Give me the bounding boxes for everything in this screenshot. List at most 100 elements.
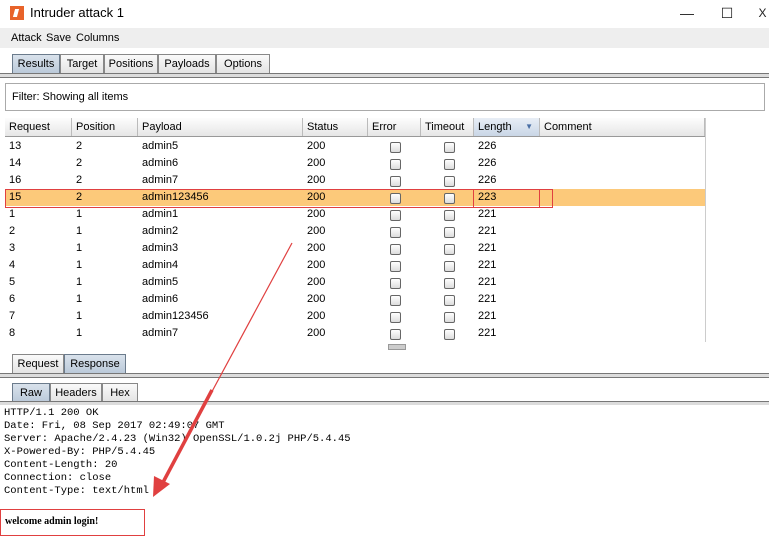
cell-payload: admin4 [142,259,179,271]
detail-tab-divider [0,373,769,378]
cell-status: 200 [307,293,326,305]
menu-save[interactable]: Save [46,32,71,44]
sort-descending-icon: ▼ [525,122,533,131]
cell-payload: admin123456 [142,310,209,322]
table-row[interactable]: 4 1 admin4 200 221 [5,257,705,274]
tab-request[interactable]: Request [12,354,64,374]
table-header: Request Position Payload Status Error Ti… [5,118,705,137]
col-request[interactable]: Request [5,118,72,136]
cell-length: 226 [478,157,497,169]
timeout-checkbox [444,142,455,153]
error-checkbox [390,278,401,289]
col-timeout[interactable]: Timeout [421,118,474,136]
timeout-checkbox [444,193,455,204]
table-row[interactable]: 14 2 admin6 200 226 [5,155,705,172]
minimize-button[interactable]: — [676,3,698,23]
cell-payload: admin3 [142,242,179,254]
filter-bar[interactable]: Filter: Showing all items [5,83,765,111]
table-row[interactable]: 13 2 admin5 200 226 [5,138,705,155]
tab-hex[interactable]: Hex [102,383,138,403]
cell-status: 200 [307,225,326,237]
cell-request: 15 [9,191,22,203]
cell-request: 6 [9,293,16,305]
timeout-checkbox [444,329,455,340]
cell-position: 1 [76,225,83,237]
table-row[interactable]: 6 1 admin6 200 221 [5,291,705,308]
col-status[interactable]: Status [303,118,368,136]
cell-length: 221 [478,259,497,271]
maximize-button[interactable]: ☐ [716,3,738,23]
tab-options[interactable]: Options [216,54,270,74]
cell-position: 1 [76,259,83,271]
timeout-checkbox [444,278,455,289]
response-status-line: HTTP/1.1 200 OK [4,407,99,419]
tab-payloads[interactable]: Payloads [158,54,216,74]
cell-status: 200 [307,157,326,169]
col-comment[interactable]: Comment [540,118,705,136]
cell-request: 2 [9,225,16,237]
col-payload[interactable]: Payload [138,118,303,136]
menu-columns[interactable]: Columns [76,32,119,44]
col-length[interactable]: Length ▼ [474,118,540,136]
cell-position: 2 [76,191,83,203]
error-checkbox [390,210,401,221]
cell-position: 1 [76,208,83,220]
table-row[interactable]: 5 1 admin5 200 221 [5,274,705,291]
error-checkbox [390,142,401,153]
timeout-checkbox [444,227,455,238]
close-button[interactable]: X [756,3,769,23]
cell-payload: admin5 [142,140,179,152]
cell-request: 3 [9,242,16,254]
filter-text: Filter: Showing all items [12,91,129,103]
cell-position: 1 [76,293,83,305]
tab-target[interactable]: Target [60,54,104,74]
tab-headers[interactable]: Headers [50,383,102,403]
table-row[interactable]: 16 2 admin7 200 226 [5,172,705,189]
cell-length: 221 [478,242,497,254]
table-row[interactable]: 7 1 admin123456 200 221 [5,308,705,325]
cell-request: 14 [9,157,22,169]
cell-request: 16 [9,174,22,186]
table-scroll-handle[interactable] [388,344,406,350]
error-checkbox [390,176,401,187]
tab-positions[interactable]: Positions [104,54,158,74]
timeout-checkbox [444,312,455,323]
tab-results[interactable]: Results [12,54,60,74]
title-bar: Intruder attack 1 — ☐ X [0,0,769,28]
response-header-powered-by: X-Powered-By: PHP/5.4.45 [4,446,156,458]
cell-payload: admin6 [142,157,179,169]
error-checkbox [390,295,401,306]
cell-request: 1 [9,208,16,220]
timeout-checkbox [444,295,455,306]
burp-logo-icon [10,6,24,20]
table-row[interactable]: 3 1 admin3 200 221 [5,240,705,257]
window-title: Intruder attack 1 [30,5,124,20]
error-checkbox [390,329,401,340]
col-error[interactable]: Error [368,118,421,136]
table-row[interactable]: 8 1 admin7 200 221 [5,325,705,342]
cell-length: 221 [478,293,497,305]
cell-status: 200 [307,259,326,271]
table-row[interactable]: 15 2 admin123456 200 223 [5,189,705,206]
cell-payload: admin2 [142,225,179,237]
cell-position: 1 [76,310,83,322]
response-header-content-length: Content-Length: 20 [4,459,118,471]
cell-length: 221 [478,327,497,339]
cell-length: 226 [478,174,497,186]
cell-length: 226 [478,140,497,152]
cell-payload: admin1 [142,208,179,220]
error-checkbox [390,159,401,170]
table-row[interactable]: 2 1 admin2 200 221 [5,223,705,240]
menu-attack[interactable]: Attack [11,32,42,44]
cell-position: 2 [76,157,83,169]
tab-response[interactable]: Response [64,354,126,374]
table-row[interactable]: 1 1 admin1 200 221 [5,206,705,223]
cell-request: 8 [9,327,16,339]
cell-payload: admin5 [142,276,179,288]
timeout-checkbox [444,176,455,187]
cell-length: 221 [478,276,497,288]
cell-position: 2 [76,174,83,186]
tab-raw[interactable]: Raw [12,383,50,403]
cell-status: 200 [307,174,326,186]
col-position[interactable]: Position [72,118,138,136]
